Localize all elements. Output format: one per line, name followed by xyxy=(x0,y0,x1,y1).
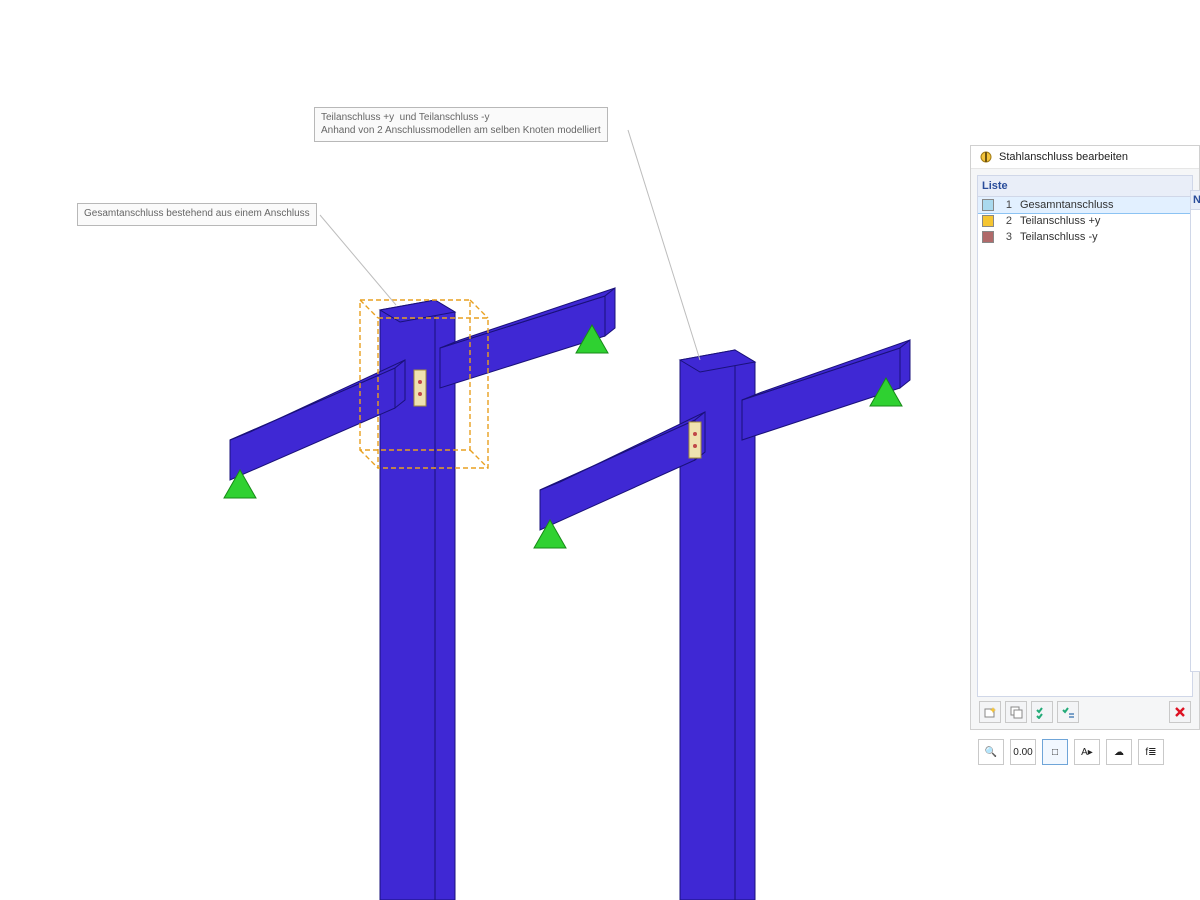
right-assembly xyxy=(534,340,910,900)
duplicate-button[interactable] xyxy=(1005,701,1027,723)
item-index: 1 xyxy=(1002,199,1012,211)
panel-body: Liste 1 Gesamntanschluss 2 Teilanschluss +y… xyxy=(971,169,1199,729)
properties-header-stub: N xyxy=(1190,190,1200,210)
item-index: 2 xyxy=(1002,215,1012,227)
view-rect-icon-button[interactable]: □ xyxy=(1042,739,1068,765)
check-filter-button[interactable] xyxy=(1057,701,1079,723)
annotation-right: Teilanschluss +y und Teilanschluss -y An… xyxy=(314,107,608,142)
item-label: Gesamntanschluss xyxy=(1020,199,1114,211)
new-item-button[interactable] xyxy=(979,701,1001,723)
edit-steel-joint-panel: Stahlanschluss bearbeiten Liste 1 Gesamnt… xyxy=(970,145,1200,730)
color-swatch xyxy=(982,215,994,227)
units-icon-button[interactable]: 0.00 xyxy=(1010,739,1036,765)
tag-icon-button[interactable]: A▸ xyxy=(1074,739,1100,765)
item-label: Teilanschluss -y xyxy=(1020,231,1098,243)
color-swatch xyxy=(982,231,994,243)
list-toolbar xyxy=(977,697,1193,723)
joint-list-item[interactable]: 3 Teilanschluss -y xyxy=(978,229,1192,245)
search-icon-button[interactable]: 🔍 xyxy=(978,739,1004,765)
function-icon-button[interactable]: f≣ xyxy=(1138,739,1164,765)
joint-list[interactable]: 1 Gesamntanschluss 2 Teilanschluss +y 3 Teila… xyxy=(977,196,1193,697)
delete-button[interactable] xyxy=(1169,701,1191,723)
panel-title-text: Stahlanschluss bearbeiten xyxy=(999,151,1128,163)
joint-icon xyxy=(979,150,993,164)
left-assembly xyxy=(224,288,615,900)
check-all-button[interactable] xyxy=(1031,701,1053,723)
annotation-left: Gesamtanschluss bestehend aus einem Ansc… xyxy=(77,203,317,226)
list-header: Liste xyxy=(977,175,1193,196)
joint-list-item[interactable]: 1 Gesamntanschluss xyxy=(977,196,1193,214)
view-toolbar: 🔍0.00□A▸☁f≣ xyxy=(970,732,1200,772)
color-swatch xyxy=(982,199,994,211)
joint-list-item[interactable]: 2 Teilanschluss +y xyxy=(978,213,1192,229)
cloud-icon-button[interactable]: ☁ xyxy=(1106,739,1132,765)
item-index: 3 xyxy=(1002,231,1012,243)
panel-titlebar: Stahlanschluss bearbeiten xyxy=(971,146,1199,169)
properties-body-stub xyxy=(1190,210,1200,672)
item-label: Teilanschluss +y xyxy=(1020,215,1100,227)
